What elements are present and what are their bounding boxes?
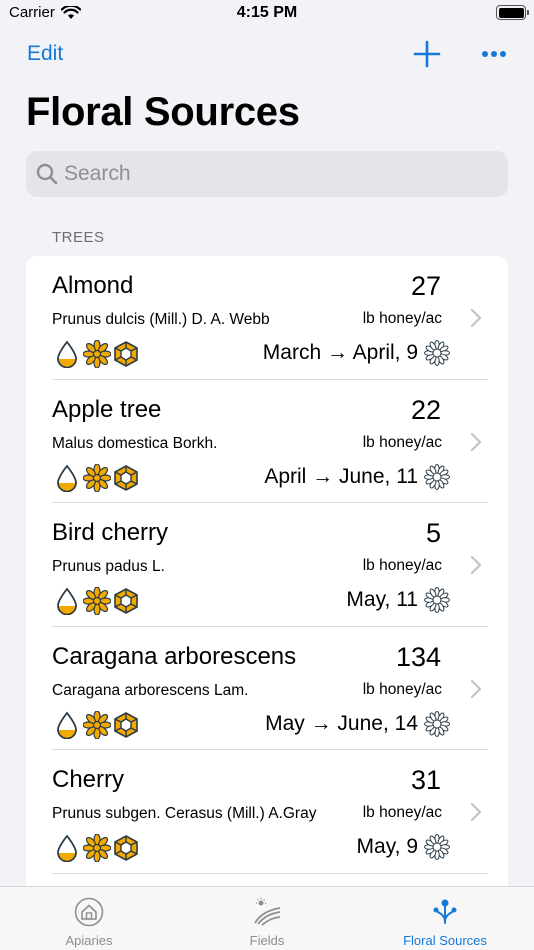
latin-name: Caragana arborescens Lam.	[52, 681, 249, 699]
source-name: Almond	[52, 272, 134, 299]
honeycomb-icon	[112, 711, 138, 739]
resource-icons	[54, 709, 138, 740]
floral-source-list: Almond 27 Prunus dulcis (Mill.) D. A. We…	[26, 256, 508, 896]
tab-fields[interactable]: Fields	[178, 887, 356, 950]
yield-unit: lb honey/ac	[362, 310, 442, 327]
battery-icon	[496, 5, 529, 20]
honey-yield: 22	[410, 394, 441, 425]
field-icon	[254, 898, 281, 926]
list-item[interactable]: Almond 27 Prunus dulcis (Mill.) D. A. We…	[26, 256, 508, 380]
latin-name: Malus domestica Borkh.	[52, 434, 218, 452]
blossom-icon	[424, 587, 450, 613]
chevron-right-icon	[470, 679, 482, 698]
nectar-drop-icon	[54, 587, 80, 616]
search-icon	[36, 163, 58, 185]
search-bar[interactable]	[26, 151, 508, 197]
bloom-period-text: May, 9	[356, 835, 418, 858]
bloom-period: May → June, 14	[265, 710, 450, 737]
section-header-trees: TREES	[52, 229, 105, 246]
add-icon[interactable]	[413, 40, 441, 68]
latin-name: Prunus padus L.	[52, 558, 165, 575]
source-name: Cherry	[52, 766, 125, 793]
source-name: Apple tree	[52, 395, 162, 423]
flower-source-icon	[433, 899, 457, 924]
latin-name: Prunus subgen. Cerasus (Mill.) A.Gray	[52, 805, 317, 822]
resource-icons	[54, 339, 138, 369]
bloom-period-text: March → April, 9	[262, 341, 418, 364]
nectar-drop-icon	[54, 340, 80, 369]
honey-yield: 134	[395, 641, 441, 672]
yield-unit: lb honey/ac	[362, 680, 442, 698]
resource-icons	[54, 833, 138, 863]
resource-icons	[54, 462, 138, 493]
list-item[interactable]: Caragana arborescens 134 Caragana arbore…	[26, 627, 508, 750]
tab-label: Apiaries	[65, 933, 113, 948]
pollen-flower-icon	[82, 462, 112, 493]
chevron-right-icon	[470, 308, 482, 328]
tab-label: Fields	[249, 933, 285, 948]
honeycomb-icon	[112, 834, 138, 862]
status-time: 4:15 PM	[236, 4, 298, 21]
bloom-period: May, 9	[357, 834, 450, 860]
bloom-period: April → June, 11	[264, 463, 450, 490]
nectar-drop-icon	[54, 834, 80, 863]
honey-yield: 31	[410, 765, 441, 795]
source-name: Caragana arborescens	[52, 642, 297, 670]
more-icon[interactable]	[480, 44, 508, 64]
honey-yield: 27	[410, 271, 441, 301]
bloom-period: March → April, 9	[263, 340, 450, 366]
chevron-right-icon	[470, 802, 482, 822]
tab-label: Floral Sources	[403, 933, 487, 948]
pollen-flower-icon	[82, 339, 112, 369]
pollen-flower-icon	[82, 709, 112, 740]
honeycomb-icon	[112, 587, 138, 615]
bloom-period-text: May, 11	[346, 588, 418, 611]
yield-unit: lb honey/ac	[362, 557, 442, 574]
honeycomb-icon	[112, 340, 138, 368]
list-item[interactable]: Cherry 31 Prunus subgen. Cerasus (Mill.)…	[26, 750, 508, 874]
bloom-period-text: April → June, 11	[264, 464, 418, 488]
page-title: Floral Sources	[26, 90, 300, 134]
blossom-icon	[424, 834, 450, 860]
yield-unit: lb honey/ac	[362, 433, 442, 451]
nectar-drop-icon	[54, 464, 80, 492]
pollen-flower-icon	[82, 833, 112, 863]
yield-unit: lb honey/ac	[362, 804, 442, 821]
honey-yield: 5	[425, 518, 441, 548]
row-divider	[52, 872, 488, 874]
list-item[interactable]: Bird cherry 5 Prunus padus L. lb honey/a…	[26, 503, 508, 627]
latin-name: Prunus dulcis (Mill.) D. A. Webb	[52, 311, 270, 328]
list-item[interactable]: Apple tree 22 Malus domestica Borkh. lb …	[26, 380, 508, 503]
chevron-right-icon	[470, 432, 482, 451]
edit-button[interactable]: Edit	[27, 42, 63, 66]
resource-icons	[54, 586, 138, 616]
tab-bar: Apiaries Fields Floral Sources	[0, 886, 534, 950]
bloom-period-text: May → June, 14	[265, 711, 418, 735]
bloom-period: May, 11	[346, 587, 450, 613]
chevron-right-icon	[470, 555, 482, 575]
tab-floral-sources[interactable]: Floral Sources	[356, 887, 534, 950]
honeycomb-icon	[112, 464, 138, 492]
nectar-drop-icon	[54, 711, 80, 739]
search-input[interactable]	[64, 162, 484, 186]
pollen-flower-icon	[82, 586, 112, 616]
source-name: Bird cherry	[52, 519, 169, 546]
blossom-icon	[424, 710, 450, 737]
blossom-icon	[424, 340, 450, 366]
status-bar: Carrier 4:15 PM	[0, 0, 534, 30]
house-icon	[74, 897, 104, 927]
blossom-icon	[424, 463, 450, 490]
tab-apiaries[interactable]: Apiaries	[0, 887, 178, 950]
